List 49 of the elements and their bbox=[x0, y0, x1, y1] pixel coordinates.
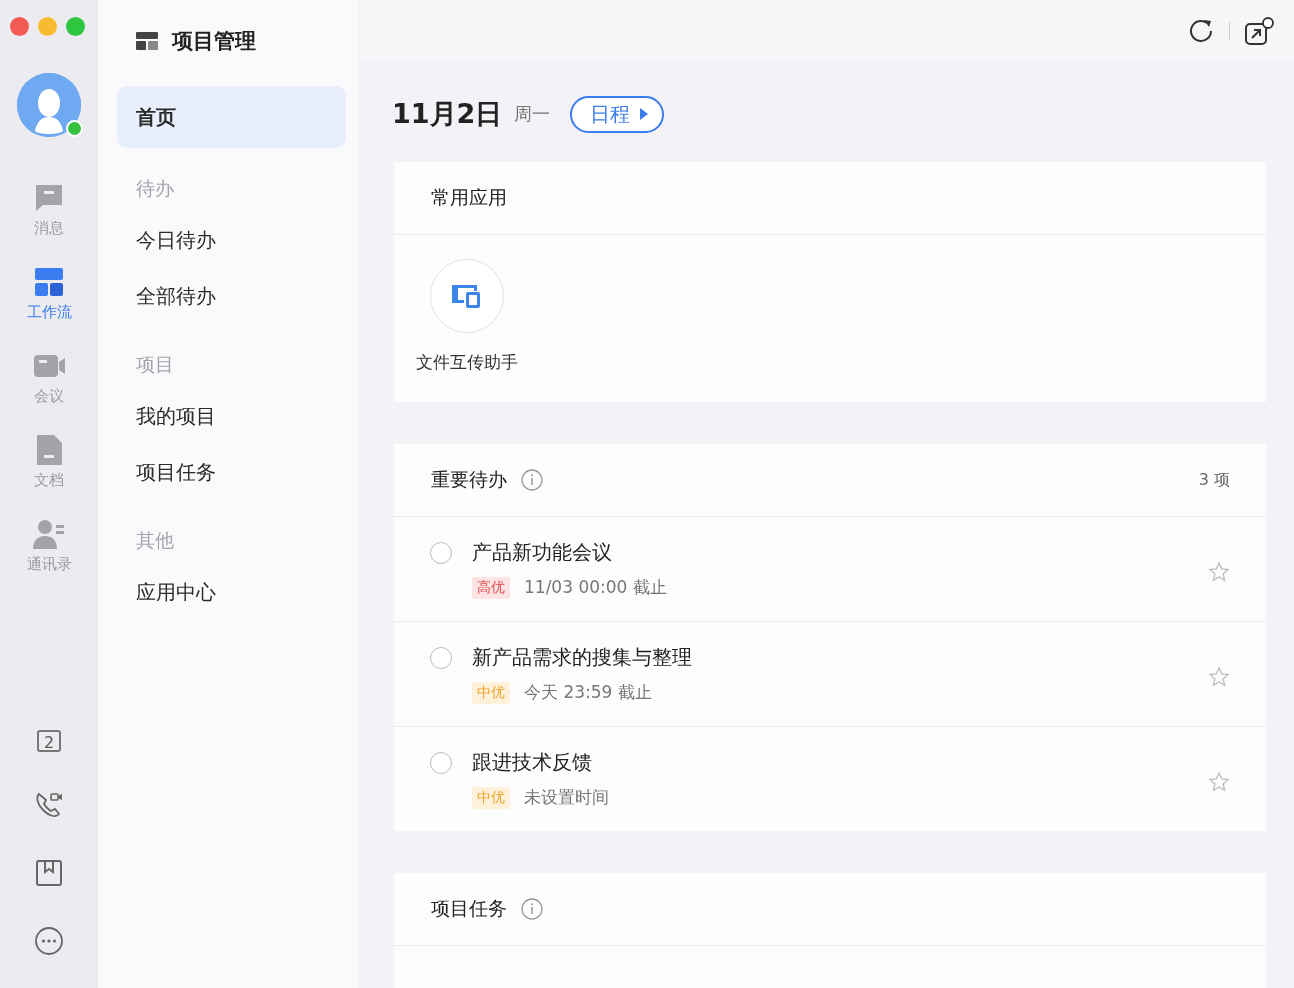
priority-tag: 中优 bbox=[472, 786, 510, 809]
schedule-button[interactable]: 日程 bbox=[570, 95, 665, 133]
task-checkbox[interactable] bbox=[430, 647, 452, 669]
nav-item[interactable]: 项目任务 bbox=[117, 444, 346, 500]
panel-title: 项目管理 bbox=[172, 28, 256, 55]
card-title: 常用应用 bbox=[431, 185, 507, 210]
info-icon[interactable] bbox=[521, 898, 543, 920]
phone-video-icon[interactable] bbox=[34, 790, 64, 820]
star-icon[interactable] bbox=[1208, 771, 1230, 793]
task-checkbox[interactable] bbox=[430, 752, 452, 774]
nav-item[interactable]: 我的项目 bbox=[117, 388, 346, 444]
card-title: 项目任务 bbox=[431, 896, 507, 921]
section-heading: 其他 bbox=[135, 528, 175, 553]
due-time: 11/03 00:00 截止 bbox=[524, 576, 667, 599]
dashboard-icon bbox=[136, 32, 158, 50]
weekday-label: 周一 bbox=[514, 102, 551, 127]
share-window-icon[interactable] bbox=[1244, 15, 1274, 46]
calendar-button[interactable]: 2 bbox=[37, 730, 61, 752]
date-heading: 11月2日 bbox=[392, 97, 503, 132]
nav-item[interactable]: 应用中心 bbox=[117, 564, 346, 620]
priority-tag: 高优 bbox=[472, 576, 510, 599]
nav-item[interactable]: 今日待办 bbox=[117, 212, 346, 268]
task-title: 产品新功能会议 bbox=[472, 539, 613, 566]
item-count: 3 项 bbox=[1198, 469, 1230, 491]
zoom-button[interactable] bbox=[66, 17, 85, 36]
play-triangle-icon bbox=[640, 108, 649, 121]
due-time: 未设置时间 bbox=[524, 786, 609, 809]
task-title: 新产品需求的搜集与整理 bbox=[472, 644, 693, 671]
nav-item[interactable]: 首页 bbox=[117, 86, 346, 148]
rail-nav-item[interactable]: 工作流 bbox=[14, 265, 84, 322]
bookmark-book-icon[interactable] bbox=[34, 858, 64, 888]
section-heading: 待办 bbox=[135, 176, 175, 201]
due-time: 今天 23:59 截止 bbox=[524, 681, 652, 704]
blocks-icon bbox=[32, 265, 66, 299]
close-button[interactable] bbox=[10, 17, 29, 36]
app-label: 文件互传助手 bbox=[416, 351, 518, 374]
task-checkbox[interactable] bbox=[430, 542, 452, 564]
task-title: 跟进技术反馈 bbox=[472, 749, 593, 776]
card-title: 重要待办 bbox=[431, 467, 507, 492]
nav-item[interactable]: 全部待办 bbox=[117, 268, 346, 324]
info-icon[interactable] bbox=[521, 469, 543, 491]
priority-tag: 中优 bbox=[472, 681, 510, 704]
section-heading: 项目 bbox=[135, 352, 175, 377]
minimize-button[interactable] bbox=[38, 17, 57, 36]
star-icon[interactable] bbox=[1208, 561, 1230, 583]
devices-icon bbox=[451, 282, 483, 310]
star-icon[interactable] bbox=[1208, 666, 1230, 688]
person-icon bbox=[32, 517, 66, 551]
more-icon[interactable] bbox=[34, 926, 64, 956]
